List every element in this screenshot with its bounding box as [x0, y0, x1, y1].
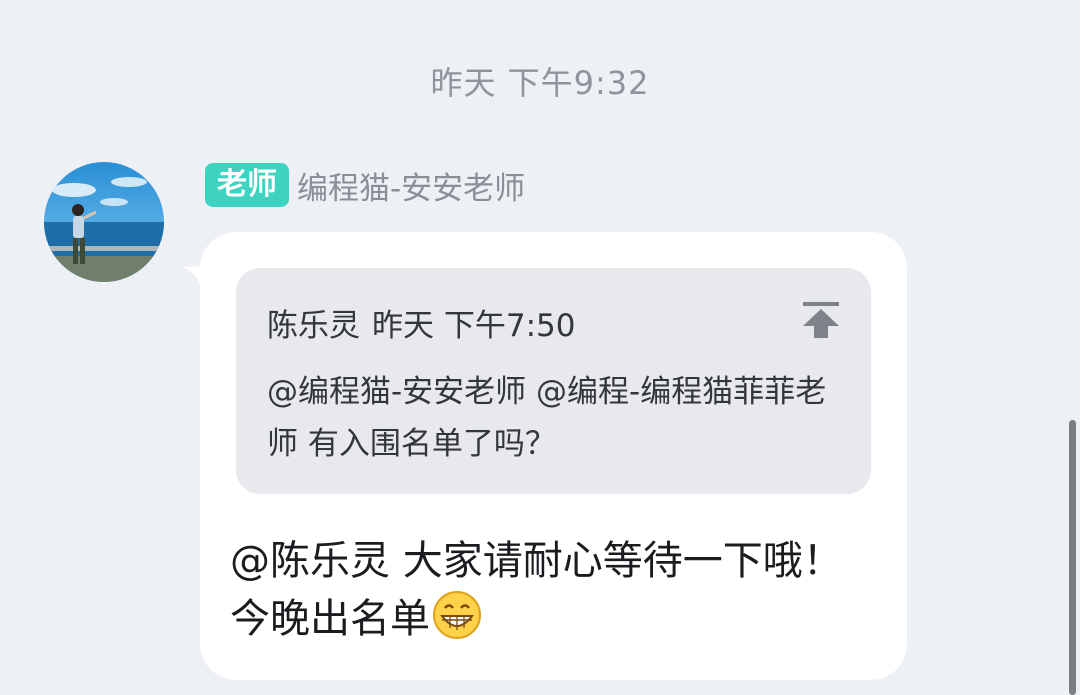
sender-name[interactable]: 编程猫-安安老师: [297, 163, 525, 208]
grinning-face-emoji-icon: [433, 591, 481, 639]
quote-time: 昨天 下午7:50: [372, 308, 576, 344]
message-timestamp: 昨天 下午9:32: [430, 64, 650, 102]
sender-avatar[interactable]: [44, 162, 164, 282]
avatar-image: [44, 162, 164, 282]
sender-info: 老师 编程猫-安安老师: [205, 162, 525, 208]
quote-text: @编程猫-安安老师 @编程-编程猫菲菲老师 有入围名单了吗？: [267, 374, 827, 462]
pin-to-top-icon[interactable]: [801, 300, 841, 340]
reply-message: @陈乐灵 大家请耐心等待一下哦！今晚出名单: [230, 532, 880, 648]
teacher-badge: 老师: [205, 163, 289, 207]
quote-header: 陈乐灵 昨天 下午7:50: [267, 300, 575, 345]
quote-author: 陈乐灵: [267, 308, 360, 344]
message-bubble[interactable]: 陈乐灵 昨天 下午7:50 @编程猫-安安老师 @编程-编程猫菲菲老师 有入围名单…: [200, 232, 907, 680]
quoted-message[interactable]: 陈乐灵 昨天 下午7:50 @编程猫-安安老师 @编程-编程猫菲菲老师 有入围名单…: [236, 268, 871, 494]
reply-text: @陈乐灵 大家请耐心等待一下哦！今晚出名单: [230, 538, 843, 642]
scrollbar[interactable]: [1069, 420, 1076, 695]
